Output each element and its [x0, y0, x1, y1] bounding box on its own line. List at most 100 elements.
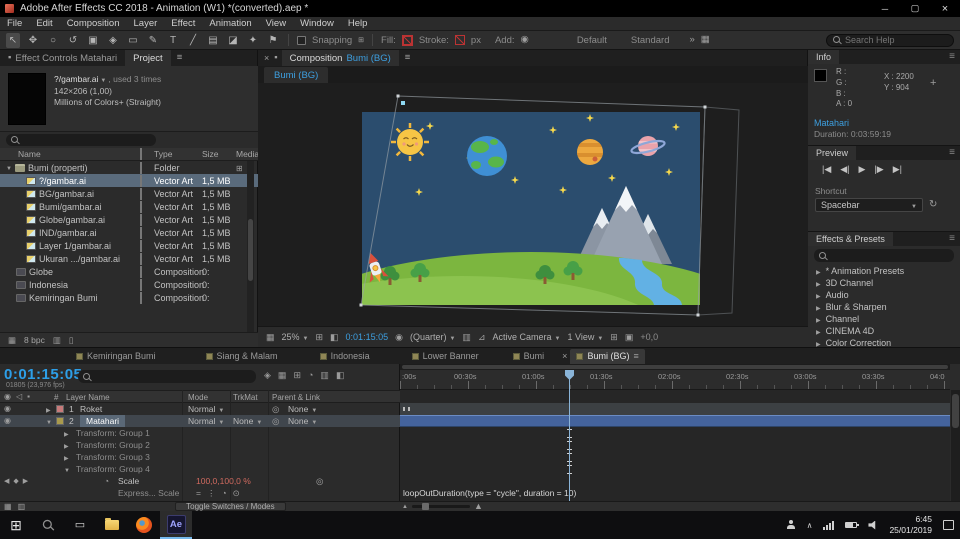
expression-language-icon[interactable]: [233, 489, 240, 498]
rotation-tool-icon[interactable]: ↺: [66, 33, 80, 48]
grid-guides-icon[interactable]: [315, 333, 323, 342]
tab-composition[interactable]: Composition Bumi (BG): [281, 50, 399, 66]
expander-icon[interactable]: [64, 429, 69, 438]
layer-bar-matahari[interactable]: [400, 415, 950, 427]
effects-category[interactable]: * Animation Presets: [808, 265, 960, 277]
mode-dropdown[interactable]: Normal: [188, 403, 224, 415]
menu-effect[interactable]: Effect: [164, 17, 202, 30]
transform-group-row[interactable]: Transform: Group 3: [0, 451, 400, 463]
timeline-tab-bumi-bg[interactable]: Bumi (BG): [570, 348, 645, 364]
timeline-tab-indonesia[interactable]: Indonesia: [314, 349, 376, 364]
timeline-search-box[interactable]: [78, 370, 256, 383]
tab-info[interactable]: Info: [808, 50, 840, 64]
timeline-tab-siang-malam[interactable]: Siang & Malam: [200, 349, 284, 364]
pickwhip-icon[interactable]: [316, 477, 323, 486]
effects-category[interactable]: 3D Channel: [808, 277, 960, 289]
transform-group-row[interactable]: Transform: Group 4: [0, 463, 400, 475]
exposure-value[interactable]: +0,0: [640, 332, 658, 342]
eraser-tool-icon[interactable]: ◪: [226, 33, 240, 48]
brush-tool-icon[interactable]: ╱: [186, 33, 200, 48]
expander-icon[interactable]: [816, 267, 821, 276]
effects-category[interactable]: Channel: [808, 313, 960, 325]
panel-menu-icon[interactable]: [949, 234, 955, 244]
viewer-tab-bumi-bg[interactable]: Bumi (BG): [264, 67, 329, 83]
menu-help[interactable]: Help: [341, 17, 375, 30]
tab-close-icon[interactable]: [562, 352, 567, 361]
zoom-slider-track[interactable]: [411, 503, 470, 510]
transform-group-row[interactable]: Transform: Group 2: [0, 439, 400, 451]
comp-timecode[interactable]: 0:01:15:05: [346, 332, 389, 342]
expander-icon[interactable]: [46, 417, 52, 426]
label-swatch[interactable]: [140, 265, 142, 278]
pickwhip-icon[interactable]: [272, 417, 279, 426]
comp-flowchart-icon[interactable]: [264, 370, 271, 381]
shape-tool-icon[interactable]: ▭: [126, 33, 140, 48]
close-button-icon[interactable]: ×: [930, 0, 960, 17]
toggle-switches-modes-button[interactable]: Toggle Switches / Modes: [175, 502, 286, 511]
shortcut-dropdown[interactable]: Spacebar: [815, 198, 923, 212]
mask-visibility-icon[interactable]: [330, 333, 339, 342]
workspace-standard-button[interactable]: Standard: [631, 35, 670, 46]
task-view-button[interactable]: ▭: [64, 511, 96, 539]
scrollbar-thumb[interactable]: [952, 394, 959, 428]
previous-frame-icon[interactable]: ◀|: [840, 164, 849, 175]
scale-property-row[interactable]: ◀ ◆ ▶ Scale 100,0,100,0 %: [0, 475, 400, 487]
motion-blur-icon[interactable]: [320, 370, 329, 381]
effects-search-box[interactable]: [814, 249, 954, 262]
scrollbar-thumb[interactable]: [248, 219, 253, 281]
workspace-grid-icon[interactable]: [701, 35, 710, 45]
transform-group-row[interactable]: Transform: Group 1: [0, 427, 400, 439]
trash-icon[interactable]: ▯: [69, 336, 74, 345]
expander-icon[interactable]: [64, 465, 70, 474]
timeline-search-input[interactable]: [95, 371, 235, 382]
graph-editor-icon[interactable]: [336, 370, 345, 381]
expression-graph-icon[interactable]: [207, 489, 216, 498]
parent-dropdown[interactable]: None: [288, 403, 317, 415]
view-layout-dropdown[interactable]: 1 View: [567, 332, 603, 342]
panel-menu-icon[interactable]: [405, 53, 411, 63]
stroke-width-value[interactable]: px: [471, 35, 481, 46]
pan-behind-tool-icon[interactable]: ◈: [106, 33, 120, 48]
trkmat-dropdown[interactable]: None: [233, 415, 262, 427]
pen-tool-icon[interactable]: ✎: [146, 33, 160, 48]
expression-text[interactable]: loopOutDuration(type = "cycle", duration…: [403, 488, 576, 498]
time-ruler[interactable]: :00s 00:30s 01:00s 01:30s 02:00s 02:30s …: [400, 370, 950, 390]
label-swatch[interactable]: [140, 200, 142, 213]
draft-3d-icon[interactable]: [278, 370, 287, 381]
column-type[interactable]: Type: [154, 149, 202, 159]
hide-shy-layers-icon[interactable]: [293, 370, 301, 381]
eye-icon[interactable]: [4, 405, 11, 413]
expander-icon[interactable]: [816, 279, 821, 288]
menu-composition[interactable]: Composition: [60, 17, 127, 30]
label-swatch[interactable]: [140, 161, 142, 174]
snapshot-icon[interactable]: [395, 333, 403, 342]
project-row-footage[interactable]: Ukuran .../gambar.ai Vector Art 1,5 MB: [0, 252, 258, 265]
keyframe-prev-icon[interactable]: ◀: [4, 478, 9, 485]
play-icon[interactable]: ▶: [859, 164, 866, 175]
expander-icon[interactable]: [6, 163, 12, 172]
menu-view[interactable]: View: [259, 17, 293, 30]
taskbar-clock[interactable]: 6:45 25/01/2019: [889, 514, 932, 536]
project-search-input[interactable]: [23, 135, 133, 145]
expression-whip-icon[interactable]: [221, 489, 226, 498]
menu-file[interactable]: File: [0, 17, 29, 30]
project-row-composition[interactable]: Indonesia Composition 0:: [0, 278, 258, 291]
parent-dropdown[interactable]: None: [288, 415, 317, 427]
effects-search-input[interactable]: [831, 250, 941, 261]
battery-icon[interactable]: [845, 522, 860, 528]
label-swatch[interactable]: [140, 291, 142, 304]
label-swatch[interactable]: [140, 226, 142, 239]
project-row-footage[interactable]: Globe/gambar.ai Vector Art 1,5 MB: [0, 213, 258, 226]
timeline-tab-lower-banner[interactable]: Lower Banner: [406, 349, 485, 364]
keyframe-add-icon[interactable]: ◆: [13, 478, 18, 485]
puppet-pin-tool-icon[interactable]: ⚑: [266, 33, 280, 48]
layer-bar-roket[interactable]: [400, 403, 950, 415]
firefox-button[interactable]: [128, 511, 160, 539]
new-comp-icon[interactable]: [53, 336, 61, 345]
label-swatch[interactable]: [56, 417, 64, 425]
network-icon[interactable]: [823, 520, 835, 530]
project-row-footage[interactable]: Bumi/gambar.ai Vector Art 1,5 MB: [0, 200, 258, 213]
camera-tool-icon[interactable]: ▣: [86, 33, 100, 48]
layer-row-matahari[interactable]: 2 Matahari Normal None None: [0, 415, 400, 427]
panel-menu-icon[interactable]: [633, 352, 638, 361]
